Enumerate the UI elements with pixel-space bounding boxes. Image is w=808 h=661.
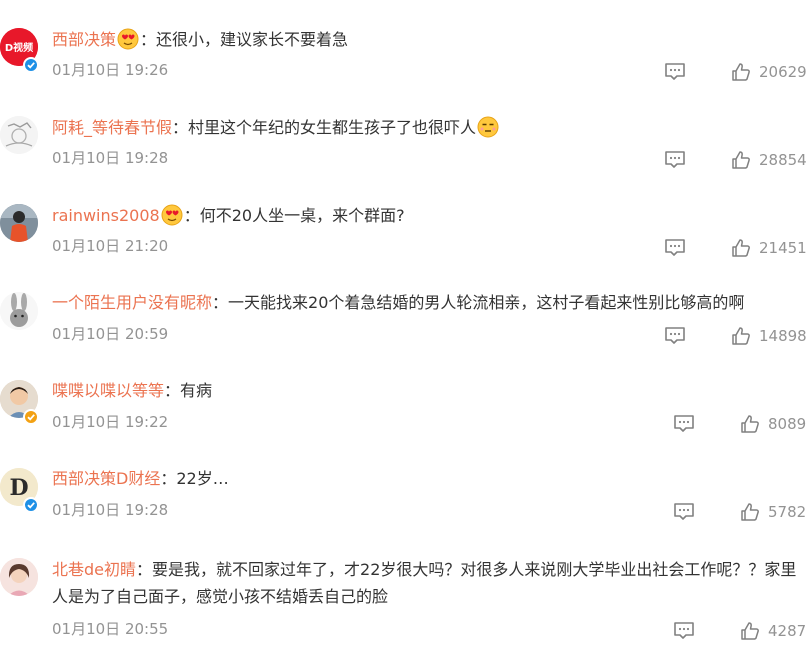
username-link[interactable]: 一个陌生用户没有昵称 — [52, 293, 212, 312]
like-button[interactable]: 14898 — [731, 325, 807, 347]
rabbit-avatar-icon — [0, 292, 38, 330]
colon: ： — [172, 118, 189, 137]
thumbs-up-icon — [732, 63, 750, 81]
verified-badge-icon — [23, 497, 39, 513]
like-button[interactable]: 20629 — [731, 61, 807, 83]
comment-text: 22岁… — [176, 469, 229, 488]
like-count: 28854 — [759, 151, 807, 169]
colon: ： — [136, 560, 153, 579]
comment-icon — [674, 622, 694, 639]
avatar[interactable] — [0, 292, 38, 330]
comment-icon — [674, 415, 694, 432]
like-button[interactable]: 28854 — [731, 149, 807, 171]
like-count: 8089 — [768, 415, 807, 433]
comment-text: 要是我，就不回家过年了，才22岁很大吗？对很多人来说刚大学毕业出社会工作呢？？家… — [52, 560, 797, 606]
comment-button[interactable] — [673, 621, 695, 641]
timestamp: 01月10日 20:59 — [52, 325, 169, 343]
comment-icon — [665, 239, 685, 256]
thumbs-up-icon — [732, 239, 750, 257]
thumbs-up-icon — [732, 327, 750, 345]
comment-icon — [665, 63, 685, 80]
sketch-avatar-icon — [0, 116, 38, 154]
comment-text: 有病 — [180, 381, 213, 400]
username-link[interactable]: 北巷de初睛 — [52, 560, 136, 579]
comment-text: 一天能找来20个着急结婚的男人轮流相亲，这村子看起来性别比够高的啊 — [228, 293, 745, 312]
comment-line: 西部决策 ：还很小，建议家长不要着急 — [52, 28, 348, 51]
comment-line: 北巷de初睛：要是我，就不回家过年了，才22岁很大吗？对很多人来说刚大学毕业出社… — [52, 556, 804, 610]
avatar[interactable] — [0, 116, 38, 154]
girl-photo-avatar-icon — [0, 558, 38, 596]
comment-button[interactable] — [673, 414, 695, 434]
heart-eyes-emoji-icon — [117, 28, 139, 50]
comment-button[interactable] — [664, 326, 686, 346]
speechless-face-emoji-icon — [477, 116, 499, 138]
like-button[interactable]: 5782 — [740, 501, 806, 523]
comment-icon — [674, 503, 694, 520]
colon: ： — [212, 293, 229, 312]
timestamp: 01月10日 19:28 — [52, 501, 169, 519]
timestamp: 01月10日 19:28 — [52, 149, 169, 167]
thumbs-up-icon — [741, 415, 759, 433]
like-count: 14898 — [759, 327, 807, 345]
username-link[interactable]: 喋喋以喋以等等 — [52, 381, 164, 400]
comment-text: 还很小，建议家长不要着急 — [156, 30, 349, 49]
like-count: 4287 — [768, 622, 807, 640]
username-link[interactable]: 阿耗_等待春节假 — [52, 118, 172, 137]
username-link[interactable]: rainwins2008 — [52, 206, 160, 225]
comment-button[interactable] — [664, 238, 686, 258]
comment-button[interactable] — [673, 502, 695, 522]
comment-line: 一个陌生用户没有昵称：一天能找来20个着急结婚的男人轮流相亲，这村子看起来性别比… — [52, 292, 744, 314]
comment-line: rainwins2008 ：何不20人坐一桌，来个群面? — [52, 204, 405, 227]
comment-icon — [665, 327, 685, 344]
like-count: 20629 — [759, 63, 807, 81]
comment-icon — [665, 151, 685, 168]
colon: ： — [183, 206, 200, 225]
thumbs-up-icon — [741, 503, 759, 521]
comment-line: 西部决策D财经：22岁… — [52, 468, 229, 490]
timestamp: 01月10日 19:22 — [52, 413, 169, 431]
colon: ： — [164, 381, 181, 400]
colon: ： — [160, 469, 177, 488]
like-button[interactable]: 8089 — [740, 413, 806, 435]
heart-eyes-emoji-icon — [161, 204, 183, 226]
username-link[interactable]: 西部决策D财经 — [52, 469, 160, 488]
like-button[interactable]: 4287 — [740, 620, 806, 642]
comment-line: 喋喋以喋以等等：有病 — [52, 380, 212, 402]
svg-text:D: D — [9, 475, 28, 501]
runner-avatar-icon — [0, 204, 38, 242]
comment-button[interactable] — [664, 62, 686, 82]
timestamp: 01月10日 20:55 — [52, 620, 169, 638]
thumbs-up-icon — [741, 622, 759, 640]
timestamp: 01月10日 21:20 — [52, 237, 169, 255]
avatar[interactable] — [0, 204, 38, 242]
comment-text: 何不20人坐一桌，来个群面? — [199, 206, 405, 225]
colon: ： — [140, 30, 157, 49]
like-button[interactable]: 21451 — [731, 237, 807, 259]
timestamp: 01月10日 19:26 — [52, 61, 169, 79]
like-count: 21451 — [759, 239, 807, 257]
username-link[interactable]: 西部决策 — [52, 30, 116, 49]
avatar-logo-text: D视频 — [5, 41, 33, 54]
comment-button[interactable] — [664, 150, 686, 170]
thumbs-up-icon — [732, 151, 750, 169]
comment-text: 村里这个年纪的女生都生孩子了也很吓人 — [188, 118, 477, 137]
verified-badge-icon — [23, 409, 39, 425]
verified-badge-icon — [23, 57, 39, 73]
avatar[interactable] — [0, 558, 38, 596]
comment-line: 阿耗_等待春节假：村里这个年纪的女生都生孩子了也很吓人 — [52, 116, 500, 139]
like-count: 5782 — [768, 503, 807, 521]
